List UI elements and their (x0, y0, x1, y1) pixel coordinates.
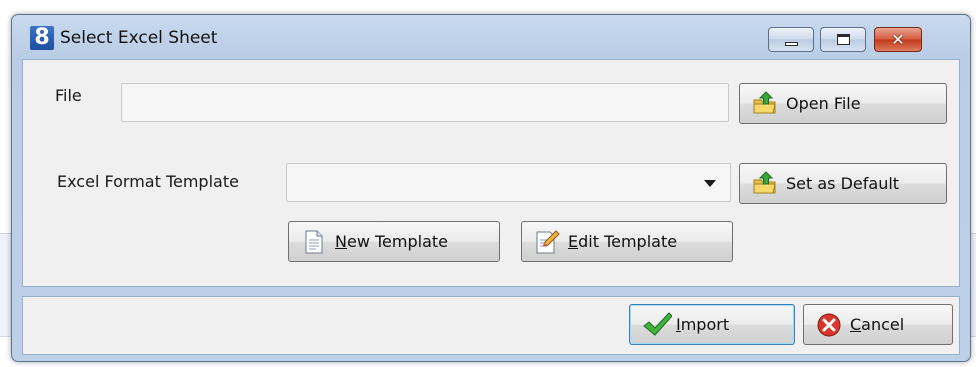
import-label: Import (676, 315, 730, 334)
open-folder-icon (752, 90, 778, 117)
close-icon: ✕ (891, 30, 905, 49)
edit-template-button[interactable]: Edit Template (521, 221, 733, 262)
maximize-button[interactable] (820, 27, 866, 52)
edit-template-label: Edit Template (568, 232, 678, 251)
cancel-label: Cancel (850, 315, 905, 334)
template-label: Excel Format Template (57, 172, 239, 191)
new-template-label: New Template (335, 232, 448, 251)
dropdown-arrow-icon[interactable] (704, 180, 716, 187)
set-as-default-label: Set as Default (786, 174, 900, 193)
app-logo-icon: 8 (30, 26, 54, 50)
minimize-button[interactable] (768, 27, 814, 52)
set-as-default-button[interactable]: Set as Default (739, 163, 947, 204)
dialog-footer: Import Cancel (22, 296, 960, 355)
file-label: File (55, 86, 82, 105)
window-title: Select Excel Sheet (60, 28, 218, 48)
open-file-button[interactable]: Open File (739, 83, 947, 124)
checkmark-icon (642, 311, 673, 338)
cancel-button[interactable]: Cancel (803, 304, 953, 345)
dialog-window: 8 Select Excel Sheet ✕ File Open File Ex… (11, 14, 971, 362)
close-button[interactable]: ✕ (874, 27, 922, 52)
file-path-field[interactable] (121, 83, 729, 122)
new-document-icon (301, 229, 327, 255)
template-combobox[interactable] (286, 163, 731, 202)
import-button[interactable]: Import (629, 304, 795, 345)
minimize-icon (785, 42, 798, 46)
maximize-icon (837, 34, 850, 45)
title-bar[interactable]: 8 Select Excel Sheet ✕ (12, 15, 970, 59)
new-template-button[interactable]: New Template (288, 221, 500, 262)
dialog-content: File Open File Excel Format Template Set… (22, 59, 960, 287)
open-file-label: Open File (786, 94, 861, 113)
edit-document-icon (534, 229, 560, 255)
cancel-icon (816, 312, 842, 338)
open-folder-icon (752, 170, 778, 197)
